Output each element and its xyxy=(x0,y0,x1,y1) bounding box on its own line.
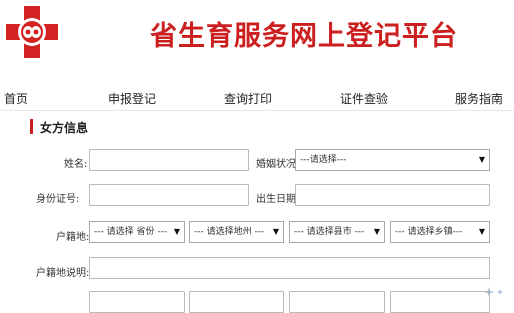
province-select-value: --- 请选择 省份 --- xyxy=(94,227,168,237)
chevron-down-icon: ▼ xyxy=(373,227,380,236)
birth-date-label: 出生日期: xyxy=(256,194,300,205)
partial-field-2[interactable] xyxy=(189,291,284,313)
chevron-down-icon: ▼ xyxy=(478,155,485,164)
main-nav: 首页 申报登记 查询打印 证件查验 服务指南 xyxy=(0,84,514,110)
partial-field-3[interactable] xyxy=(289,291,385,313)
chevron-down-icon: ▼ xyxy=(173,227,180,236)
hukou-description-input[interactable] xyxy=(89,257,490,279)
name-label: 姓名: xyxy=(64,159,88,170)
name-input[interactable] xyxy=(89,149,249,171)
nav-item-home[interactable]: 首页 xyxy=(4,90,28,107)
red-cross-logo-icon xyxy=(6,6,58,58)
nav-item-query-print[interactable]: 查询打印 xyxy=(224,90,272,107)
id-number-input[interactable] xyxy=(89,184,249,206)
partial-field-4[interactable] xyxy=(390,291,490,313)
partial-field-1[interactable] xyxy=(89,291,185,313)
hukou-description-label: 户籍地说明: xyxy=(36,268,90,279)
nav-item-certificate-check[interactable]: 证件查验 xyxy=(340,90,388,107)
nav-item-register[interactable]: 申报登记 xyxy=(108,90,156,107)
section-accent-bar xyxy=(30,119,33,134)
chevron-down-icon: ▼ xyxy=(478,227,485,236)
town-select-value: --- 请选择乡镇--- xyxy=(395,227,463,237)
town-select[interactable]: --- 请选择乡镇--- ▼ xyxy=(390,221,490,243)
province-select[interactable]: --- 请选择 省份 --- ▼ xyxy=(89,221,185,243)
nav-item-service-guide[interactable]: 服务指南 xyxy=(455,90,503,107)
birth-date-input[interactable] xyxy=(295,184,490,206)
chevron-down-icon: ▼ xyxy=(272,227,279,236)
hukou-label: 户籍地: xyxy=(56,232,90,243)
page-header: 省生育服务网上登记平台 xyxy=(0,0,514,68)
section-title: 女方信息 xyxy=(40,121,89,135)
city-select-value: --- 请选择地州 --- xyxy=(194,227,265,237)
marital-status-label: 婚姻状况: xyxy=(256,159,300,170)
marital-status-select[interactable]: ---请选择--- ▼ xyxy=(295,149,490,171)
county-select-value: --- 请选择县市 --- xyxy=(294,227,365,237)
city-select[interactable]: --- 请选择地州 --- ▼ xyxy=(189,221,284,243)
sparkle-icon xyxy=(484,287,503,297)
county-select[interactable]: --- 请选择县市 --- ▼ xyxy=(289,221,385,243)
nav-divider xyxy=(0,110,514,111)
marital-status-value: ---请选择--- xyxy=(300,155,347,165)
site-title: 省生育服务网上登记平台 xyxy=(150,21,458,52)
id-number-label: 身份证号: xyxy=(36,194,80,205)
